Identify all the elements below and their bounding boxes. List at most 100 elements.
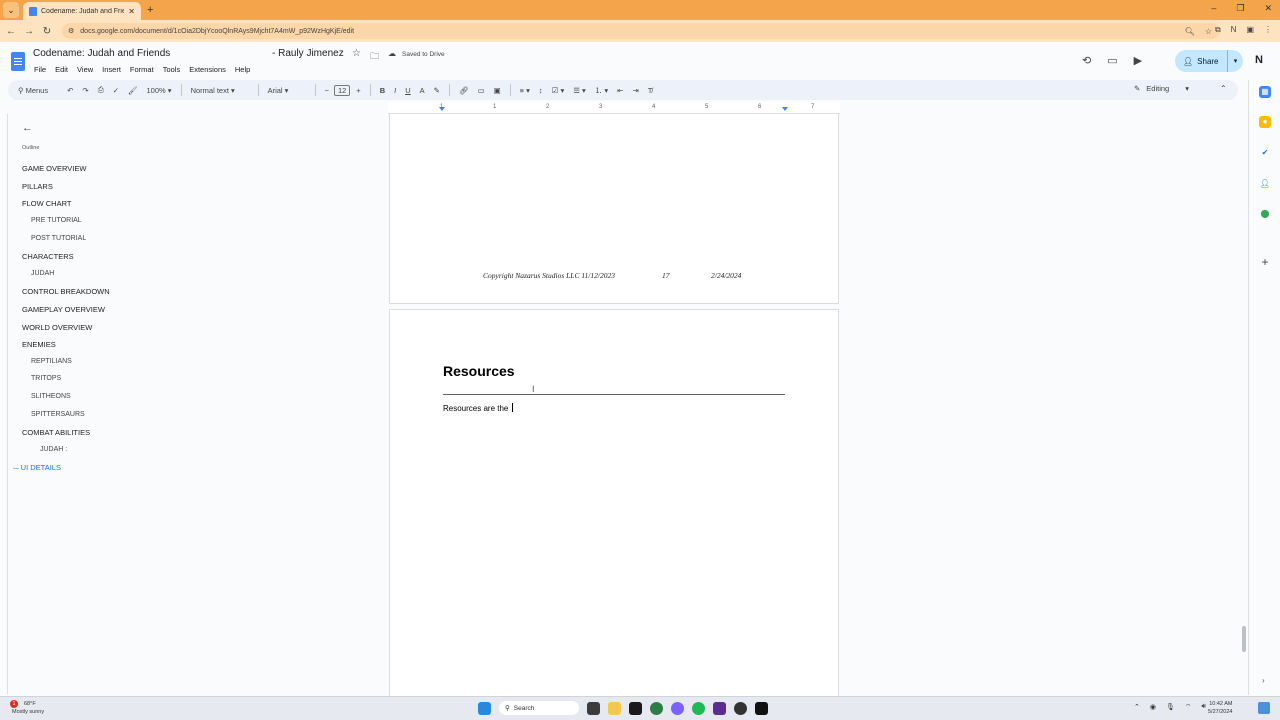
outline-item[interactable]: JUDAH : [40,446,67,453]
minimize-icon[interactable]: – [1211,3,1216,14]
font-select[interactable]: Arial ▾ [268,86,306,95]
wifi-icon[interactable]: ⌔ [1185,703,1192,712]
outline-item[interactable]: ENEMIES [22,340,56,349]
site-info-icon[interactable]: ⚙ [68,27,74,35]
menu-insert[interactable]: Insert [102,65,121,74]
outline-item[interactable]: FLOW CHART [22,199,71,208]
reload-icon[interactable]: ↻ [38,26,56,37]
calendar-icon[interactable]: ▦ [1259,86,1271,98]
outline-item[interactable]: SPITTERSAURS [31,411,85,418]
show-hidden-icons-icon[interactable]: ⌃ [1134,703,1140,712]
star-icon[interactable]: ☆ [352,48,361,59]
maximize-icon[interactable]: ❐ [1236,3,1244,14]
outline-item[interactable]: COMBAT ABILITIES [22,428,90,437]
body-paragraph[interactable]: Resources are the [443,403,513,413]
comments-icon[interactable]: ▭ [1107,54,1117,67]
bold-icon[interactable]: B [380,86,385,95]
style-select[interactable]: Normal text ▾ [191,86,249,95]
notifications-icon[interactable] [1258,702,1270,714]
increase-indent-icon[interactable]: ⇥ [632,86,638,95]
hide-menus-icon[interactable]: ⌃ [1220,84,1227,93]
notion-icon[interactable]: N [1255,54,1263,66]
tab-search-menu-icon[interactable]: ⌄ [3,2,19,18]
outline-item-current[interactable]: — UI DETAILS [13,463,61,472]
outline-item[interactable]: SLITHEONS [31,393,71,400]
spotify-icon[interactable] [692,701,705,715]
paint-format-icon[interactable]: 🖌︎ [128,86,138,95]
align-icon[interactable]: ≡ ▾ [520,86,530,95]
redo-icon[interactable]: ↷ [82,86,88,95]
tray-app-icon[interactable]: ◉ [1150,703,1156,712]
outline-item[interactable]: TRITOPS [31,375,61,382]
document-title[interactable]: Codename: Judah and Friends [33,48,170,59]
keep-icon[interactable]: ● [1259,116,1271,128]
italic-icon[interactable]: I [394,86,396,95]
outline-item[interactable]: GAME OVERVIEW [22,164,86,173]
insert-link-icon[interactable]: 🔗︎ [459,86,469,95]
extension-icon[interactable]: ⧉ [1215,25,1221,35]
close-outline-icon[interactable]: ← [22,122,33,134]
forward-icon[interactable]: → [20,26,38,37]
section-heading[interactable]: Resources [443,363,515,379]
share-button[interactable]: 👤︎ Share ▾ [1175,50,1243,72]
decrease-font-size-icon[interactable]: − [325,86,329,95]
font-size-input[interactable]: 12 [333,84,351,96]
text-color-icon[interactable]: A [420,86,425,95]
outline-item[interactable]: REPTILIANS [31,358,72,365]
bulleted-list-icon[interactable]: ☰ ▾ [573,86,586,95]
zoom-select[interactable]: 100% ▾ [147,86,172,95]
search-menus-button[interactable]: ⚲ Menus [18,86,48,95]
menu-help[interactable]: Help [235,65,250,74]
file-explorer-icon[interactable] [608,701,621,715]
editing-mode-select[interactable]: ✎ Editing ▾ [1134,84,1189,93]
outline-item[interactable]: GAMEPLAY OVERVIEW [22,305,105,314]
checklist-icon[interactable]: ☑ ▾ [552,86,565,95]
menu-format[interactable]: Format [130,65,154,74]
volume-icon[interactable]: 🔊︎ [1201,703,1205,712]
insert-image-icon[interactable]: ▣ [494,86,501,95]
chrome-icon[interactable] [650,701,663,715]
tasks-icon[interactable]: ✔ [1259,147,1271,159]
clear-formatting-icon[interactable]: T̸ [648,86,653,95]
browser-menu-icon[interactable]: ⋮ [1264,25,1272,35]
contacts-icon[interactable]: 👤︎ [1259,178,1271,190]
spellcheck-icon[interactable]: ✓ [113,86,119,95]
url-input[interactable]: ⚙ docs.google.com/document/d/1cOia2DbjYc… [62,23,1220,39]
horizontal-ruler[interactable]: 1 1 2 3 4 5 6 7 [388,102,840,114]
weather-widget[interactable]: 1 68°F Mostly sunny [10,700,44,716]
taskbar-clock[interactable]: 10:42 AM 5/27/2024 [1208,700,1232,716]
maps-icon[interactable]: ⬤ [1259,208,1271,220]
browser-tab[interactable]: Codename: Judah and Friends ✕ [23,2,141,20]
highlight-color-icon[interactable]: ✎ [434,86,440,95]
outline-item[interactable]: PRE TUTORIAL [31,217,82,224]
move-folder-icon[interactable]: 🗀︎ [370,49,379,65]
taskbar-search[interactable]: ⚲ Search [499,701,579,715]
increase-font-size-icon[interactable]: + [356,86,360,95]
line-spacing-icon[interactable]: ↕ [539,86,543,95]
bookmark-star-icon[interactable]: ☆ [1205,27,1212,36]
outline-item[interactable]: POST TUTORIAL [31,235,86,242]
discord-icon[interactable] [671,701,684,715]
right-indent-marker[interactable] [782,107,788,111]
terminal-icon[interactable] [629,701,642,715]
outline-item[interactable]: CHARACTERS [22,252,74,261]
github-icon[interactable] [734,701,747,715]
outline-item[interactable]: CONTROL BREAKDOWN [22,287,110,296]
undo-icon[interactable]: ↶ [67,86,73,95]
zoom-lens-icon[interactable]: 🔍︎ [1185,27,1195,36]
decrease-indent-icon[interactable]: ⇤ [617,86,623,95]
task-view-icon[interactable] [587,701,600,715]
outline-item[interactable]: JUDAH [31,270,54,277]
microphone-icon[interactable]: 🎙︎ [1166,703,1175,712]
menu-view[interactable]: View [77,65,93,74]
outline-item[interactable]: WORLD OVERVIEW [22,323,92,332]
chevron-right-icon[interactable]: › [1262,676,1265,685]
close-window-icon[interactable]: ✕ [1264,3,1272,14]
add-comment-icon[interactable]: ▭ [477,86,484,95]
start-icon[interactable] [478,701,491,715]
unreal-engine-icon[interactable] [755,701,768,715]
add-addon-icon[interactable]: + [1259,256,1271,268]
version-history-icon[interactable]: ⟲ [1082,54,1091,67]
document-page[interactable]: Resources I Resources are the [389,309,839,699]
menu-file[interactable]: File [34,65,46,74]
